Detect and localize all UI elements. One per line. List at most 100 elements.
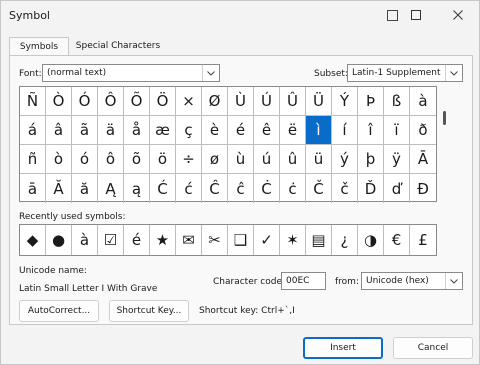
symbol-cell[interactable]: ê [254, 116, 280, 145]
recent-symbol-cell[interactable]: £ [410, 225, 436, 255]
symbol-cell[interactable]: ã [72, 116, 98, 145]
close-icon [453, 10, 463, 20]
symbol-cell[interactable]: ö [150, 145, 176, 174]
tab-symbols[interactable]: Symbols [9, 37, 69, 56]
symbol-cell[interactable]: ù [228, 145, 254, 174]
symbol-cell[interactable]: Ā [410, 145, 436, 174]
symbol-cell[interactable]: á [20, 116, 46, 145]
symbol-cell[interactable]: þ [358, 145, 384, 174]
symbol-cell[interactable]: ċ [280, 174, 306, 203]
recent-symbol-cell[interactable]: ❑ [228, 225, 254, 255]
symbol-grid-scrollbar[interactable] [438, 86, 452, 202]
symbol-cell[interactable]: ø [202, 145, 228, 174]
font-select[interactable]: (normal text) [42, 64, 220, 82]
recent-symbol-cell[interactable]: € [384, 225, 410, 255]
symbol-cell[interactable]: æ [150, 116, 176, 145]
symbol-cell[interactable]: ü [306, 145, 332, 174]
recent-symbol-cell[interactable]: ★ [150, 225, 176, 255]
symbol-cell[interactable]: é [228, 116, 254, 145]
symbol-cell[interactable]: ä [98, 116, 124, 145]
symbol-cell[interactable]: û [280, 145, 306, 174]
insert-button[interactable]: Insert [303, 337, 383, 359]
symbol-cell[interactable]: ó [72, 145, 98, 174]
symbol-cell[interactable]: Ó [72, 87, 98, 116]
symbol-cell[interactable]: Ñ [20, 87, 46, 116]
symbol-cell[interactable]: í [332, 116, 358, 145]
close-button[interactable] [441, 3, 475, 27]
symbol-cell[interactable]: Ý [332, 87, 358, 116]
recent-symbol-cell[interactable]: ◆ [20, 225, 46, 255]
symbol-cell[interactable]: ÷ [176, 145, 202, 174]
subset-select[interactable]: Latin-1 Supplement [347, 64, 463, 82]
symbol-cell[interactable]: Č [306, 174, 332, 203]
symbol-cell[interactable]: ă [72, 174, 98, 203]
symbol-cell[interactable]: ÿ [384, 145, 410, 174]
symbol-cell[interactable]: Ù [228, 87, 254, 116]
symbol-cell[interactable]: ĉ [228, 174, 254, 203]
recent-symbol-cell[interactable]: ✉ [176, 225, 202, 255]
symbol-cell[interactable]: â [46, 116, 72, 145]
recent-symbol-cell[interactable]: ☑ [98, 225, 124, 255]
symbol-cell[interactable]: Ć [150, 174, 176, 203]
symbol-cell[interactable]: Đ [410, 174, 436, 203]
shortcut-key-button-label: Shortcut Key... [116, 306, 182, 316]
symbol-cell[interactable]: î [358, 116, 384, 145]
symbol-cell[interactable]: ď [384, 174, 410, 203]
autocorrect-button[interactable]: AutoCorrect... [19, 300, 99, 322]
symbol-cell[interactable]: Ø [202, 87, 228, 116]
symbol-cell[interactable]: Û [280, 87, 306, 116]
symbol-cell[interactable]: õ [124, 145, 150, 174]
symbol-cell[interactable]: Ü [306, 87, 332, 116]
scrollbar-thumb[interactable] [443, 111, 446, 125]
from-select[interactable]: Unicode (hex) [361, 272, 463, 290]
symbol-cell[interactable]: × [176, 87, 202, 116]
recent-symbol-cell[interactable]: ✶ [280, 225, 306, 255]
maximize-button[interactable] [399, 3, 433, 27]
recent-symbol-cell[interactable]: ✓ [254, 225, 280, 255]
symbol-cell[interactable]: Ĉ [202, 174, 228, 203]
recent-symbol-cell[interactable]: ✂ [202, 225, 228, 255]
symbol-cell[interactable]: ú [254, 145, 280, 174]
symbol-cell[interactable]: Ú [254, 87, 280, 116]
symbol-cell[interactable]: Ď [358, 174, 384, 203]
symbol-cell[interactable]: Ò [46, 87, 72, 116]
symbol-cell[interactable]: è [202, 116, 228, 145]
symbol-cell[interactable]: Ô [98, 87, 124, 116]
cancel-button[interactable]: Cancel [393, 337, 473, 359]
shortcut-key-button[interactable]: Shortcut Key... [109, 300, 189, 322]
symbol-cell[interactable]: ā [20, 174, 46, 203]
tab-special-characters[interactable]: Special Characters [71, 37, 165, 55]
symbol-cell[interactable]: ô [98, 145, 124, 174]
recent-symbol-cell[interactable]: à [72, 225, 98, 255]
character-code-input[interactable]: 00EC [281, 272, 326, 290]
symbol-cell[interactable]: ą [124, 174, 150, 203]
symbol-cell[interactable]: ç [176, 116, 202, 145]
tab-symbols-label: Symbols [19, 42, 59, 52]
symbol-cell[interactable]: à [410, 87, 436, 116]
chevron-down-icon [202, 65, 219, 81]
symbol-cell[interactable]: å [124, 116, 150, 145]
symbol-cell[interactable]: ò [46, 145, 72, 174]
symbol-cell[interactable]: Þ [358, 87, 384, 116]
symbol-cell[interactable]: ß [384, 87, 410, 116]
recent-symbol-cell[interactable]: ◑ [358, 225, 384, 255]
symbol-cell[interactable]: Õ [124, 87, 150, 116]
symbol-cell[interactable]: ì [306, 116, 332, 145]
symbol-cell[interactable]: ï [384, 116, 410, 145]
symbol-cell[interactable]: č [332, 174, 358, 203]
recent-symbol-cell[interactable]: ▤ [306, 225, 332, 255]
recent-symbol-cell[interactable]: ● [46, 225, 72, 255]
symbol-cell[interactable]: Ċ [254, 174, 280, 203]
recent-symbol-cell[interactable]: ¿ [332, 225, 358, 255]
symbol-cell[interactable]: Ă [46, 174, 72, 203]
symbol-cell[interactable]: ë [280, 116, 306, 145]
character-code-value: 00EC [286, 276, 310, 286]
recent-symbol-cell[interactable]: é [124, 225, 150, 255]
chevron-down-icon [445, 65, 462, 81]
symbol-cell[interactable]: Ö [150, 87, 176, 116]
symbol-cell[interactable]: ý [332, 145, 358, 174]
symbol-cell[interactable]: Ą [98, 174, 124, 203]
symbol-cell[interactable]: ð [410, 116, 436, 145]
symbol-cell[interactable]: ć [176, 174, 202, 203]
symbol-cell[interactable]: ñ [20, 145, 46, 174]
